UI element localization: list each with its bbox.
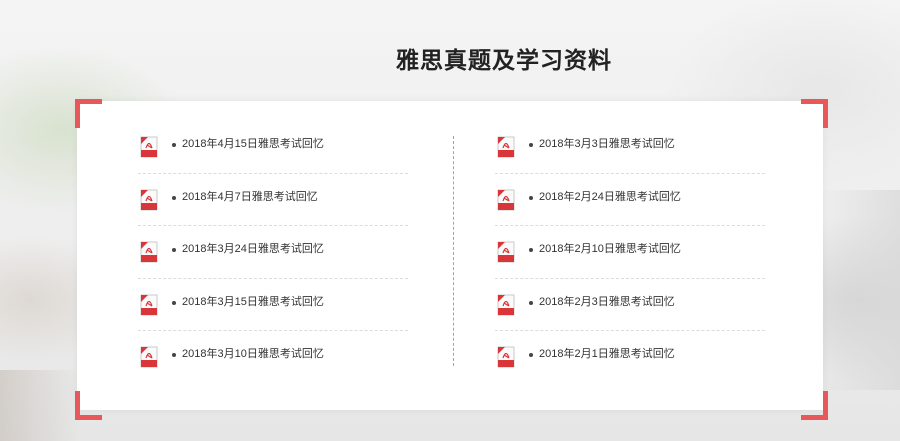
list-item[interactable]: 2018年3月10日雅思考试回忆 [138, 331, 408, 384]
item-link-label[interactable]: 2018年4月15日雅思考试回忆 [182, 136, 324, 152]
bullet [172, 300, 176, 305]
materials-list-right: 2018年3月3日雅思考试回忆 2018年2月24日雅思考试回忆 2018年2月… [495, 121, 765, 384]
pdf-icon [497, 241, 515, 263]
list-item[interactable]: 2018年4月7日雅思考试回忆 [138, 174, 408, 226]
materials-list-left: 2018年4月15日雅思考试回忆 2018年4月7日雅思考试回忆 2018年3月… [138, 121, 408, 384]
pdf-icon [140, 294, 158, 315]
bullet [529, 353, 533, 357]
list-item[interactable]: 2018年3月3日雅思考试回忆 [495, 121, 765, 174]
list-item[interactable]: 2018年4月15日雅思考试回忆 [138, 121, 408, 174]
pdf-icon [140, 189, 158, 210]
bullet [172, 195, 176, 200]
pdf-icon [497, 189, 515, 210]
pdf-icon [497, 136, 515, 158]
list-item[interactable]: 2018年3月24日雅思考试回忆 [138, 226, 408, 279]
item-link-label[interactable]: 2018年3月3日雅思考试回忆 [539, 136, 675, 152]
list-item[interactable]: 2018年3月15日雅思考试回忆 [138, 279, 408, 331]
corner-decoration-bottom-right [801, 391, 828, 420]
list-item[interactable]: 2018年2月3日雅思考试回忆 [495, 279, 765, 331]
pdf-icon [140, 241, 158, 263]
bullet [172, 248, 176, 252]
pdf-icon [140, 136, 158, 158]
item-link-label[interactable]: 2018年4月7日雅思考试回忆 [182, 189, 318, 205]
item-link-label[interactable]: 2018年2月3日雅思考试回忆 [539, 294, 675, 310]
column-divider [453, 136, 454, 366]
item-link-label[interactable]: 2018年3月15日雅思考试回忆 [182, 294, 324, 310]
item-link-label[interactable]: 2018年2月1日雅思考试回忆 [539, 346, 675, 362]
pdf-icon [497, 294, 515, 315]
list-item[interactable]: 2018年2月1日雅思考试回忆 [495, 331, 765, 384]
background-deco-right [820, 190, 900, 390]
bullet [172, 143, 176, 147]
background-deco-left [0, 370, 80, 441]
list-item[interactable]: 2018年2月24日雅思考试回忆 [495, 174, 765, 226]
list-item[interactable]: 2018年2月10日雅思考试回忆 [495, 226, 765, 279]
item-link-label[interactable]: 2018年2月24日雅思考试回忆 [539, 189, 681, 205]
pdf-icon [497, 346, 515, 368]
bullet [172, 353, 176, 357]
bullet [529, 300, 533, 305]
corner-decoration-bottom-left [75, 391, 102, 420]
bullet [529, 195, 533, 200]
item-link-label[interactable]: 2018年3月24日雅思考试回忆 [182, 241, 324, 257]
section-title: 雅思真题及学习资料 [396, 47, 612, 73]
item-link-label[interactable]: 2018年2月10日雅思考试回忆 [539, 241, 681, 257]
pdf-icon [140, 346, 158, 368]
item-link-label[interactable]: 2018年3月10日雅思考试回忆 [182, 346, 324, 362]
corner-decoration-top-left [75, 99, 102, 128]
bullet [529, 143, 533, 147]
corner-decoration-top-right [801, 99, 828, 128]
bullet [529, 248, 533, 252]
